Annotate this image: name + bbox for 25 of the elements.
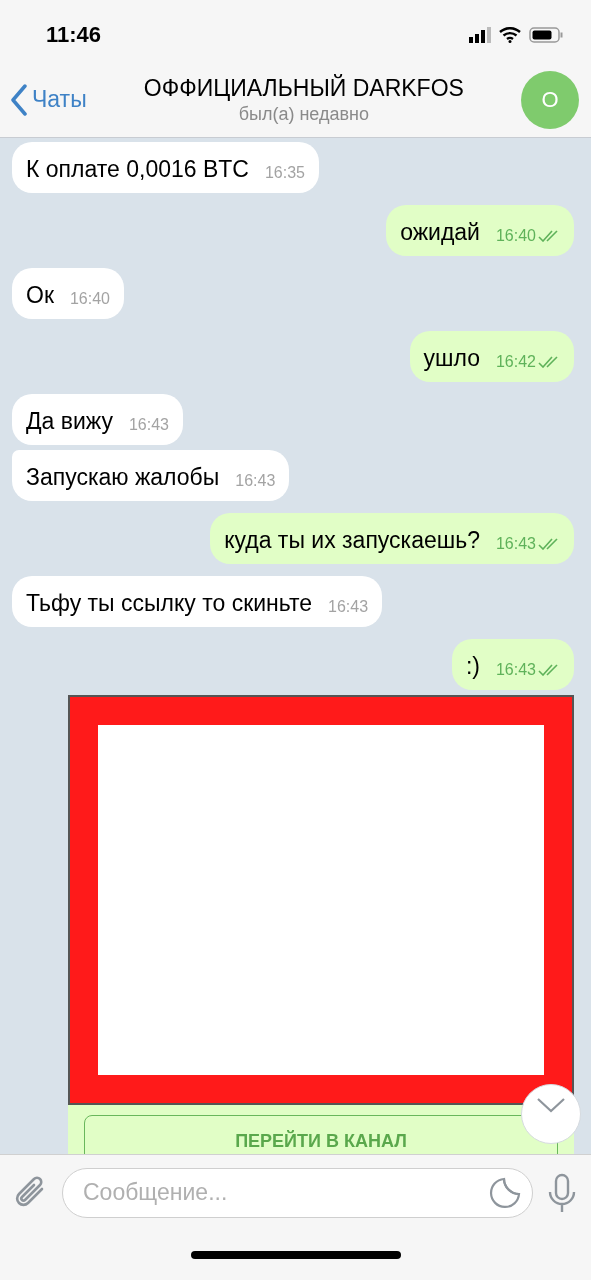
message-time: 16:43 xyxy=(328,598,369,616)
message-text: Запускаю жалобы xyxy=(26,464,220,491)
status-time: 11:46 xyxy=(46,22,102,48)
message-time: 16:43 xyxy=(235,472,276,490)
message-text: куда ты их запускаешь? xyxy=(224,527,480,554)
message-text: К оплате 0,0016 BTC xyxy=(26,156,249,183)
message-time: 16:43 xyxy=(495,535,536,553)
back-button[interactable]: Чаты xyxy=(10,83,87,116)
message-time: 16:40 xyxy=(495,227,536,245)
message-text: Тьфу ты ссылку то скиньте xyxy=(26,590,313,617)
message-text: ушло xyxy=(423,345,480,372)
message-time: 16:35 xyxy=(264,164,305,182)
message-field[interactable]: Сообщение... xyxy=(62,1167,533,1218)
chat-title: ОФФИЦИАЛЬНЫЙ DARKFOS xyxy=(143,74,464,102)
channel-button[interactable]: ПЕРЕЙТИ В КАНАЛ xyxy=(84,1115,558,1154)
message-time: 16:40 xyxy=(69,290,110,308)
avatar[interactable]: O xyxy=(521,70,579,129)
last-seen-status: был(а) недавно xyxy=(238,103,369,125)
message-time: 16:42 xyxy=(495,353,536,371)
message-text: ожидай xyxy=(400,219,480,246)
message-time: 16:43 xyxy=(128,416,169,434)
message-text: :) xyxy=(465,653,480,680)
message-time: 16:43 xyxy=(495,661,536,679)
message-text: Ок xyxy=(26,282,54,309)
message-text: Да вижу xyxy=(26,408,113,435)
